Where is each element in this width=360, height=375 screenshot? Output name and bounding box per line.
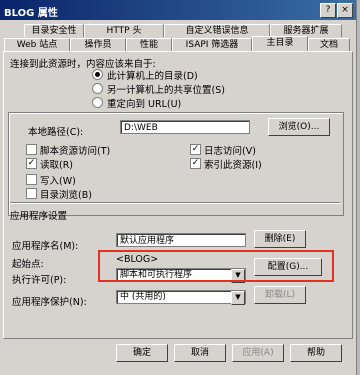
exec-perm-label: 执行许可(P):	[12, 275, 67, 286]
radio-network-share[interactable]	[92, 83, 103, 94]
checkbox-index-resource[interactable]: ✓	[190, 158, 201, 169]
radio-redirect-url[interactable]	[92, 97, 103, 108]
apply-button[interactable]: 应用(A)	[232, 344, 284, 362]
app-protection-select[interactable]: 中 (共用的) ▼	[116, 290, 246, 305]
ok-button[interactable]: 确定	[116, 344, 168, 362]
unload-button[interactable]: 卸载(L)	[254, 286, 306, 304]
help-icon[interactable]: ?	[320, 3, 336, 18]
browse-button[interactable]: 浏览(O)...	[268, 118, 330, 136]
app-protection-value: 中 (共用的)	[120, 292, 166, 302]
local-path-input[interactable]: D:\WEB	[120, 120, 250, 134]
tab-directory-security[interactable]: 目录安全性	[24, 24, 84, 37]
tab-documents[interactable]: 文档	[308, 38, 350, 51]
radio-label-network-share: 另一计算机上的共享位置(S)	[107, 85, 225, 96]
checkbox-log-visits[interactable]: ✓	[190, 144, 201, 155]
tab-home-directory[interactable]: 主目录	[252, 36, 308, 51]
window-title: BLOG 属性	[4, 8, 58, 19]
app-name-label: 应用程序名(M):	[12, 241, 79, 252]
remove-button[interactable]: 删除(E)	[254, 230, 306, 248]
checkbox-read[interactable]: ✓	[26, 158, 37, 169]
local-path-label: 本地路径(C):	[28, 127, 84, 138]
title-bar[interactable]: BLOG 属性 ? ×	[0, 0, 356, 20]
label-index-resource: 索引此资源(I)	[204, 160, 262, 171]
radio-label-this-computer: 此计算机上的目录(D)	[107, 71, 198, 82]
properties-dialog: BLOG 属性 ? × 目录安全性 HTTP 头 自定义错误信息 服务器扩展 W…	[0, 0, 357, 375]
highlight-annotation	[98, 250, 334, 282]
tab-performance[interactable]: 性能	[126, 38, 172, 51]
label-log-visits: 日志访问(V)	[204, 146, 256, 157]
cancel-button[interactable]: 取消	[174, 344, 226, 362]
radio-label-redirect-url: 重定向到 URL(U)	[107, 99, 182, 110]
radio-this-computer[interactable]	[92, 69, 103, 80]
tab-operators[interactable]: 操作员	[70, 38, 126, 51]
tab-web-site[interactable]: Web 站点	[4, 38, 70, 51]
label-directory-browsing: 目录浏览(B)	[40, 190, 92, 201]
start-point-label: 起始点:	[12, 259, 44, 270]
app-settings-heading: 应用程序设置	[10, 211, 68, 222]
label-write: 写入(W)	[40, 176, 76, 187]
checkbox-script-source-access[interactable]	[26, 144, 37, 155]
tab-http-headers[interactable]: HTTP 头	[84, 24, 164, 37]
checkbox-directory-browsing[interactable]	[26, 188, 37, 199]
label-read: 读取(R)	[40, 160, 74, 171]
checkbox-write[interactable]	[26, 174, 37, 185]
help-button[interactable]: 帮助	[290, 344, 342, 362]
label-script-source-access: 脚本资源访问(T)	[40, 146, 111, 157]
divider	[10, 202, 340, 204]
tab-panel: 连接到此资源时，内容应该来自于: 此计算机上的目录(D) 另一计算机上的共享位置…	[3, 51, 353, 339]
app-name-input[interactable]: 默认应用程序	[116, 233, 246, 247]
app-protection-label: 应用程序保护(N):	[12, 297, 87, 308]
chevron-down-icon[interactable]: ▼	[231, 291, 245, 305]
close-icon[interactable]: ×	[337, 3, 353, 18]
tab-isapi-filters[interactable]: ISAPI 筛选器	[172, 38, 252, 51]
